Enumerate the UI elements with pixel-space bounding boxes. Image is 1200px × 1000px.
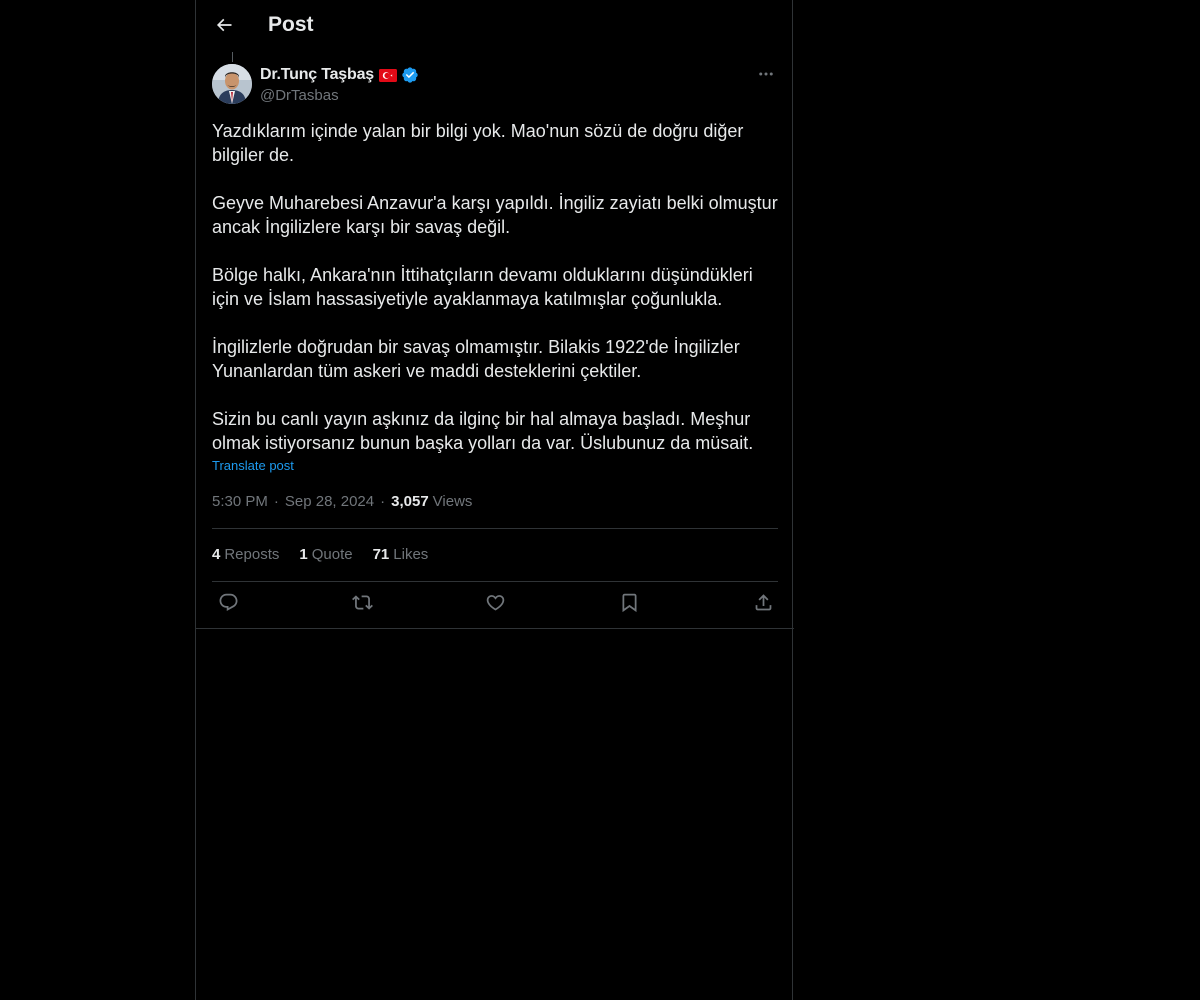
post-paragraph: İngilizlerle doğrudan bir savaş olmamışt… xyxy=(212,337,740,381)
back-button[interactable] xyxy=(208,11,240,43)
post-bottom-border xyxy=(196,628,794,629)
action-bar xyxy=(212,589,778,621)
separator-dot: · xyxy=(380,493,386,510)
likes-count: 71 xyxy=(372,546,390,563)
post-paragraph: Bölge halkı, Ankara'nın İttihatçıların d… xyxy=(212,265,753,309)
views-count[interactable]: 3,057 xyxy=(391,493,429,510)
verified-badge-icon[interactable] xyxy=(401,66,419,84)
reposts-count: 4 xyxy=(212,546,221,563)
post-metadata: 5:30 PM · Sep 28, 2024 · 3,057 Views xyxy=(212,493,472,510)
reply-icon xyxy=(218,592,239,618)
divider xyxy=(212,528,778,529)
engagement-stats: 4 Reposts 1 Quote 71 Likes xyxy=(212,546,448,563)
share-button[interactable] xyxy=(747,589,779,621)
avatar[interactable] xyxy=(212,64,252,104)
post-header: Post xyxy=(196,0,794,54)
more-dots-icon xyxy=(757,65,775,88)
reposts-label: Reposts xyxy=(224,546,280,563)
like-button[interactable] xyxy=(479,589,511,621)
separator-dot: · xyxy=(273,493,279,510)
post-date[interactable]: Sep 28, 2024 xyxy=(285,493,374,510)
post-paragraph: Yazdıklarım içinde yalan bir bilgi yok. … xyxy=(212,121,744,165)
likes-stat[interactable]: 71 Likes xyxy=(373,546,429,563)
post-paragraph: Geyve Muharebesi Anzavur'a karşı yapıldı… xyxy=(212,193,778,237)
reposts-stat[interactable]: 4 Reposts xyxy=(212,546,279,563)
author-display-name[interactable]: Dr.Tunç Taşbaş xyxy=(260,66,374,84)
author-info: Dr.Tunç Taşbaş @DrTasbas xyxy=(260,64,419,104)
arrow-left-icon xyxy=(214,15,234,40)
translate-post-link[interactable]: Translate post xyxy=(212,458,294,473)
post-text: Yazdıklarım içinde yalan bir bilgi yok. … xyxy=(212,119,778,455)
bookmark-button[interactable] xyxy=(613,589,645,621)
page-title: Post xyxy=(268,13,314,36)
divider xyxy=(212,581,778,582)
author-handle[interactable]: @DrTasbas xyxy=(260,87,419,104)
repost-button[interactable] xyxy=(346,589,378,621)
views-label: Views xyxy=(432,493,473,510)
reply-button[interactable] xyxy=(212,589,244,621)
repost-icon xyxy=(351,592,373,618)
heart-icon xyxy=(485,592,506,618)
quotes-count: 1 xyxy=(299,546,308,563)
share-icon xyxy=(753,592,774,618)
turkey-flag-icon xyxy=(378,68,397,82)
bookmark-icon xyxy=(619,592,640,618)
likes-label: Likes xyxy=(393,546,429,563)
quotes-stat[interactable]: 1 Quote xyxy=(299,546,352,563)
quotes-label: Quote xyxy=(311,546,353,563)
more-options-button[interactable] xyxy=(754,64,778,88)
post-column: Post Dr.Tunç Taşbaş @DrTasbas Yazdıkları… xyxy=(195,0,794,1000)
post-time[interactable]: 5:30 PM xyxy=(212,493,268,510)
thread-connector-line xyxy=(232,52,233,62)
post-paragraph: Sizin bu canlı yayın aşkınız da ilginç b… xyxy=(212,409,754,453)
